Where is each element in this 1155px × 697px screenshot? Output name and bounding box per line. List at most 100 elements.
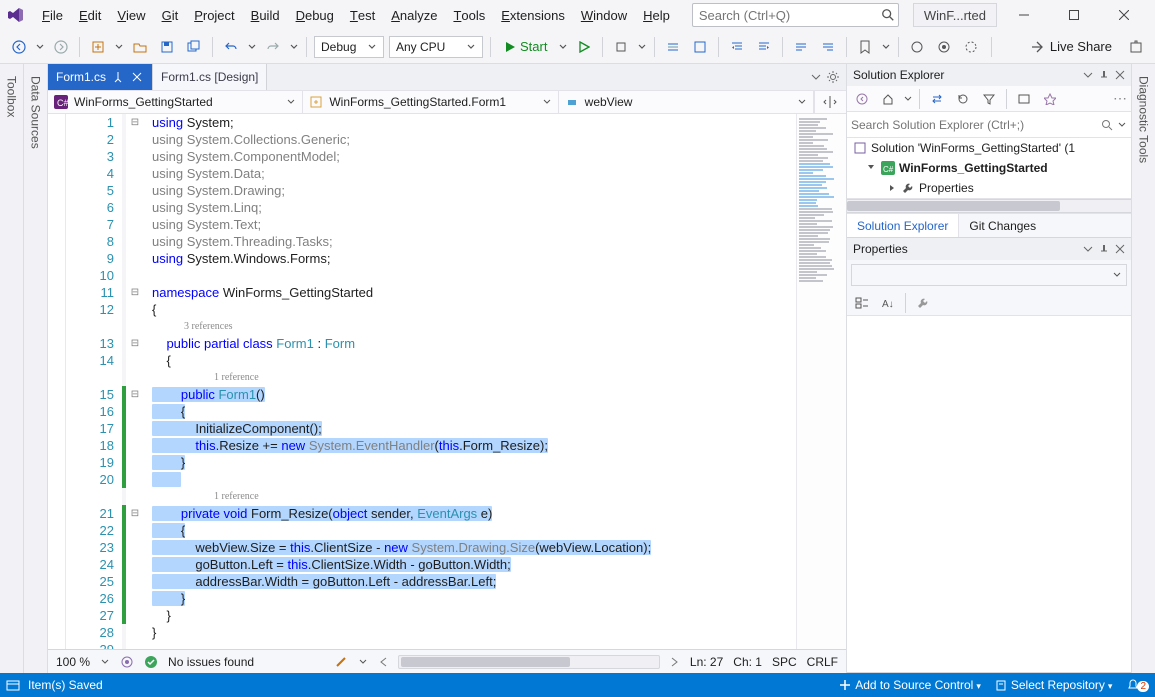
solution-row[interactable]: Solution 'WinForms_GettingStarted' (1: [847, 138, 1131, 158]
pane-close-icon[interactable]: [1115, 70, 1125, 80]
undo-button[interactable]: [220, 36, 242, 58]
menu-build[interactable]: Build: [243, 0, 288, 30]
new-button[interactable]: [87, 36, 109, 58]
menu-file[interactable]: File: [34, 0, 71, 30]
add-to-source-control[interactable]: Add to Source Control: [839, 678, 981, 692]
tab-solution-explorer[interactable]: Solution Explorer: [847, 214, 959, 237]
settings-c-icon[interactable]: [960, 36, 982, 58]
save-all-button[interactable]: [183, 36, 205, 58]
minimize-button[interactable]: [1001, 0, 1047, 30]
extensions-button[interactable]: [1125, 36, 1147, 58]
se-filter-icon[interactable]: [978, 88, 1000, 110]
tb-icon-2[interactable]: [689, 36, 711, 58]
uncomment-button[interactable]: [817, 36, 839, 58]
nav-class-combo[interactable]: WinForms_GettingStarted.Form1: [303, 91, 558, 113]
menu-edit[interactable]: Edit: [71, 0, 109, 30]
tab-form1-cs[interactable]: Form1.cs: [48, 64, 153, 90]
pane-pin-icon[interactable]: [1099, 70, 1109, 80]
step-button[interactable]: [610, 36, 632, 58]
tab-form1-design[interactable]: Form1.cs [Design]: [153, 64, 267, 90]
tab-git-changes[interactable]: Git Changes: [959, 214, 1046, 237]
save-button[interactable]: [156, 36, 178, 58]
indent-right-button[interactable]: [753, 36, 775, 58]
menu-tools[interactable]: Tools: [445, 0, 493, 30]
live-share-label: Live Share: [1050, 39, 1112, 54]
breakpoint-margin[interactable]: [48, 114, 66, 649]
config-combo[interactable]: Debug: [314, 36, 384, 58]
platform-value: Any CPU: [396, 40, 445, 54]
split-editor-button[interactable]: [814, 91, 846, 113]
notifications[interactable]: 2: [1126, 678, 1149, 692]
se-refresh-icon[interactable]: [952, 88, 974, 110]
pane-pin-icon[interactable]: [1099, 244, 1109, 254]
output-icon[interactable]: [6, 678, 20, 692]
search-box[interactable]: [692, 3, 899, 27]
se-back-icon[interactable]: [851, 88, 873, 110]
pane-dropdown-icon[interactable]: [1083, 244, 1093, 254]
live-share-icon: [1030, 40, 1044, 54]
comment-button[interactable]: [790, 36, 812, 58]
back-button[interactable]: [8, 36, 30, 58]
se-search-input[interactable]: [851, 118, 1101, 132]
select-repository[interactable]: Select Repository: [995, 678, 1113, 692]
close-button[interactable]: [1101, 0, 1147, 30]
tab-dropdown-icon[interactable]: [810, 71, 822, 83]
indent-left-button[interactable]: [726, 36, 748, 58]
menu-view[interactable]: View: [109, 0, 153, 30]
pane-close-icon[interactable]: [1115, 244, 1125, 254]
menu-git[interactable]: Git: [154, 0, 187, 30]
scroll-minimap[interactable]: [796, 114, 846, 649]
tab-close-icon[interactable]: [130, 70, 144, 84]
search-input[interactable]: [693, 8, 878, 23]
redo-button[interactable]: [262, 36, 284, 58]
maximize-button[interactable]: [1051, 0, 1097, 30]
pane-dropdown-icon[interactable]: [1083, 70, 1093, 80]
se-props-icon[interactable]: [1039, 88, 1061, 110]
wrench-icon[interactable]: [912, 292, 934, 314]
toolbox-rail[interactable]: Toolbox: [0, 64, 24, 673]
code-editor[interactable]: using System;using System.Collections.Ge…: [144, 114, 796, 649]
forward-button[interactable]: [50, 36, 72, 58]
zoom-level[interactable]: 100 %: [56, 655, 90, 669]
settings-a-icon[interactable]: [906, 36, 928, 58]
start-no-debug-button[interactable]: [573, 36, 595, 58]
data-sources-rail[interactable]: Data Sources: [24, 64, 48, 673]
menu-project[interactable]: Project: [186, 0, 242, 30]
menu-analyze[interactable]: Analyze: [383, 0, 445, 30]
categorized-icon[interactable]: [851, 292, 873, 314]
tb-icon-1[interactable]: [662, 36, 684, 58]
svg-text:C#: C#: [883, 165, 894, 174]
platform-combo[interactable]: Any CPU: [389, 36, 483, 58]
alpha-icon[interactable]: A↓: [877, 292, 899, 314]
horizontal-scrollbar[interactable]: [398, 655, 660, 669]
se-home-icon[interactable]: [877, 88, 899, 110]
nav-member-combo[interactable]: webView: [559, 91, 814, 113]
project-row[interactable]: C# WinForms_GettingStarted: [847, 158, 1131, 178]
menu-extensions[interactable]: Extensions: [493, 0, 573, 30]
se-sync-icon[interactable]: [926, 88, 948, 110]
next-icon[interactable]: [670, 656, 680, 668]
solution-explorer-search[interactable]: [847, 112, 1131, 138]
screwdriver-icon[interactable]: [334, 655, 348, 669]
open-button[interactable]: [129, 36, 151, 58]
props-object-combo[interactable]: [851, 264, 1127, 286]
bookmark-button[interactable]: [854, 36, 876, 58]
menu-window[interactable]: Window: [573, 0, 635, 30]
nav-class-value: WinForms_GettingStarted.Form1: [329, 95, 506, 109]
search-icon: [878, 8, 898, 22]
live-share-button[interactable]: Live Share: [1022, 39, 1120, 54]
menu-debug[interactable]: Debug: [288, 0, 342, 30]
se-showall-icon[interactable]: [1013, 88, 1035, 110]
fold-column[interactable]: ⊟⊟⊟⊟⊟: [126, 114, 144, 649]
menu-test[interactable]: Test: [342, 0, 383, 30]
settings-b-icon[interactable]: [933, 36, 955, 58]
diagnostic-tools-rail[interactable]: Diagnostic Tools: [1131, 64, 1155, 673]
pin-icon[interactable]: [112, 71, 124, 83]
se-hscroll[interactable]: [847, 199, 1131, 213]
properties-row[interactable]: Properties: [847, 178, 1131, 198]
menu-help[interactable]: Help: [635, 0, 678, 30]
start-button[interactable]: Start: [498, 36, 553, 58]
nav-project-combo[interactable]: C# WinForms_GettingStarted: [48, 91, 303, 113]
gear-icon[interactable]: [826, 70, 840, 84]
prev-icon[interactable]: [378, 656, 388, 668]
